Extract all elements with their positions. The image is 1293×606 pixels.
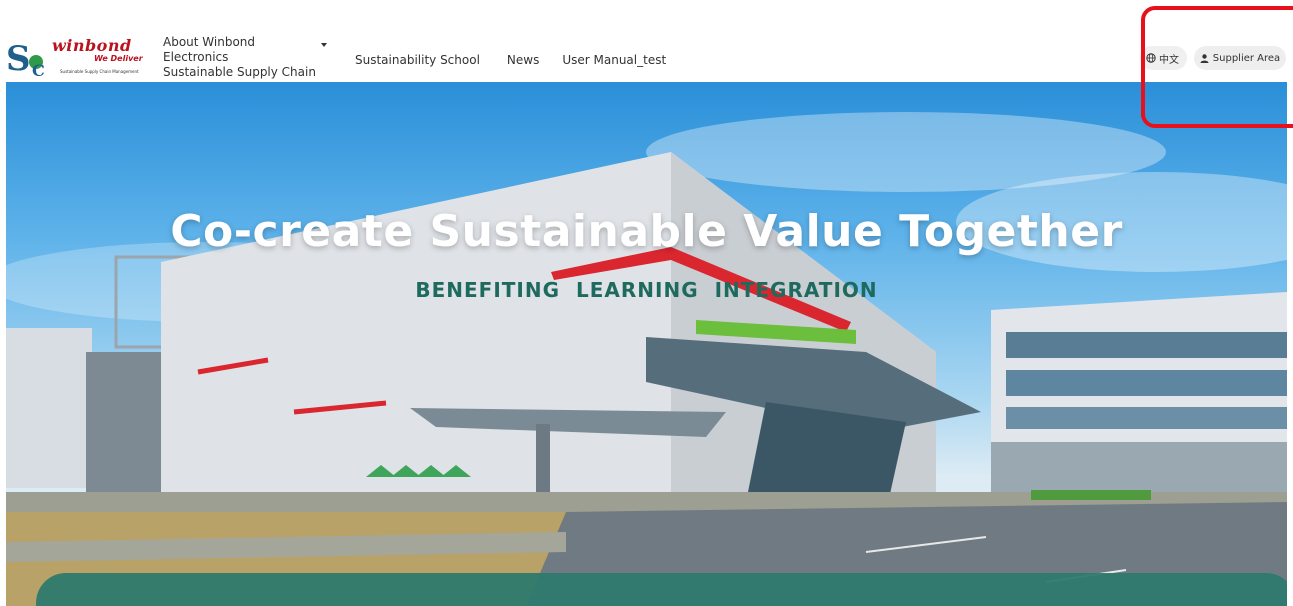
highlight-annotation-box bbox=[1141, 6, 1293, 128]
hero-banner: Co-create Sustainable Value Together BEN… bbox=[6, 82, 1287, 606]
caret-down-icon[interactable] bbox=[321, 42, 327, 47]
logo-subtitle: Sustainable Supply Chain Management bbox=[60, 69, 139, 74]
hero-bottom-band bbox=[36, 573, 1287, 606]
scm-logo-icon: S C bbox=[6, 39, 45, 78]
nav-news[interactable]: News bbox=[507, 53, 539, 67]
factory-photo bbox=[6, 112, 1287, 606]
nav-user-manual[interactable]: User Manual_test bbox=[562, 53, 666, 67]
main-nav: About Winbond Electronics Sustainable Su… bbox=[163, 35, 666, 80]
winbond-logo[interactable]: S C winbond We Deliver Sustainable Suppl… bbox=[6, 36, 152, 78]
site-header: S C winbond We Deliver Sustainable Suppl… bbox=[0, 0, 1293, 82]
hero-subtitle: BENEFITING LEARNING INTEGRATION bbox=[415, 278, 878, 302]
nav-about-line1: About Winbond Electronics bbox=[163, 34, 256, 64]
logo-tagline: We Deliver bbox=[94, 54, 143, 63]
nav-about-line2: Sustainable Supply Chain bbox=[163, 64, 316, 79]
nav-sustainability-school[interactable]: Sustainability School bbox=[355, 53, 480, 67]
logo-brand: winbond bbox=[52, 36, 132, 55]
nav-about-sustainable-supply-chain[interactable]: About Winbond Electronics Sustainable Su… bbox=[163, 34, 327, 80]
svg-text:S: S bbox=[6, 39, 31, 78]
svg-text:C: C bbox=[32, 61, 45, 78]
hero-title: Co-create Sustainable Value Together bbox=[170, 206, 1123, 257]
